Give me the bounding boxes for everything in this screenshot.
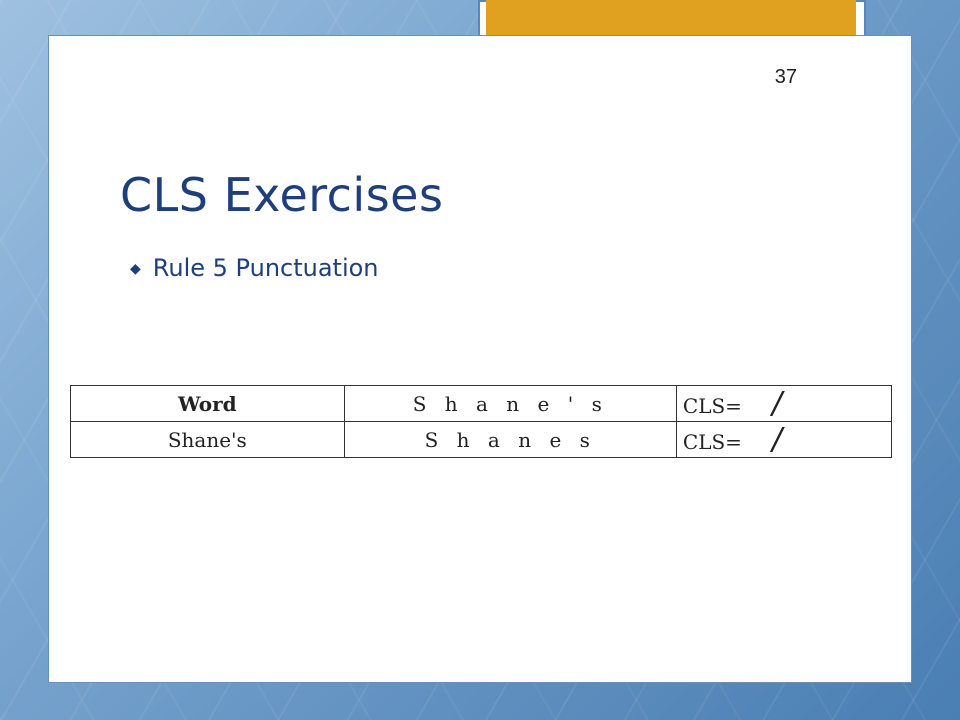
slide-title: CLS Exercises — [120, 168, 444, 222]
cls-label: CLS= — [682, 430, 742, 454]
bullet-item: ◆ Rule 5 Punctuation — [130, 254, 379, 282]
spelling-cell: S h a n e s — [343, 421, 677, 458]
cls-mark: / — [771, 422, 783, 457]
table-row: Word S h a n e ' s CLS= / — [70, 385, 893, 422]
spelling-cell: S h a n e ' s — [343, 385, 677, 422]
word-cell: Word — [70, 385, 345, 422]
diamond-bullet-icon: ◆ — [130, 259, 141, 276]
bullet-text: Rule 5 Punctuation — [152, 254, 379, 282]
page-number: 37 — [774, 66, 797, 88]
cls-table: Word S h a n e ' s CLS= / Shane's S h a n… — [70, 385, 893, 458]
cls-cell: CLS= / — [675, 421, 893, 458]
cls-mark: / — [771, 386, 783, 421]
table-row: Shane's S h a n e s CLS= / — [70, 421, 893, 458]
word-cell: Shane's — [70, 421, 345, 458]
cls-cell: CLS= / — [675, 385, 893, 422]
cls-label: CLS= — [682, 394, 742, 418]
slide-canvas: 37 — [48, 35, 912, 683]
